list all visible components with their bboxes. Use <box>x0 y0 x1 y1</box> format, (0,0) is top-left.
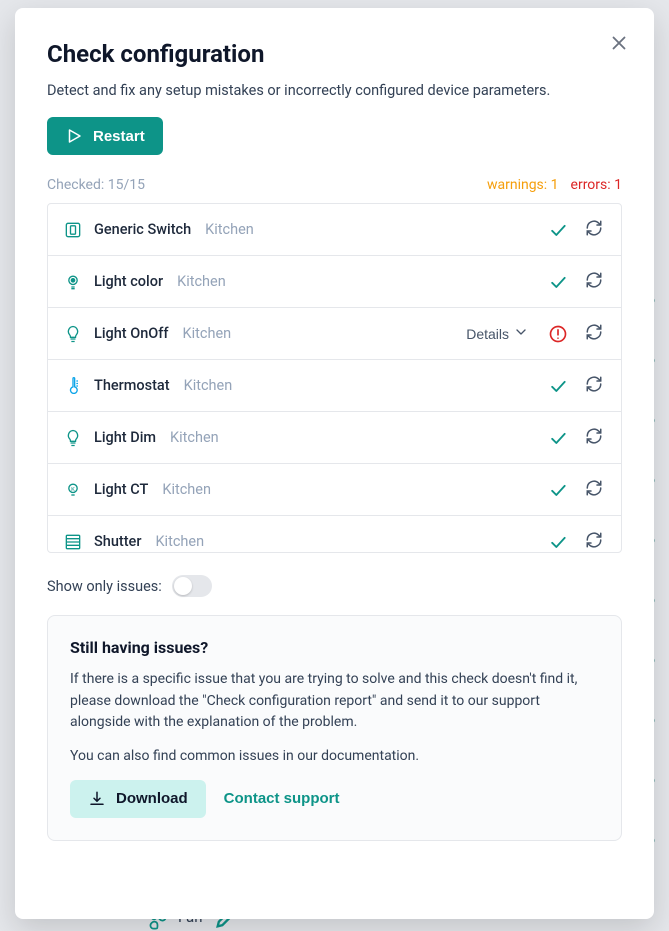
warn-err-group: warnings: 1 errors: 1 <box>487 177 622 193</box>
device-room: Kitchen <box>162 481 211 498</box>
device-row: Light color Kitchen <box>48 256 621 308</box>
device-name: Light color <box>94 273 163 290</box>
device-name: Light Dim <box>94 429 156 446</box>
refresh-icon <box>585 485 603 500</box>
details-label: Details <box>466 326 509 342</box>
device-row: Generic Switch Kitchen <box>48 204 621 256</box>
contact-support-link[interactable]: Contact support <box>224 790 340 807</box>
check-icon <box>545 217 571 243</box>
refresh-icon <box>585 277 603 292</box>
play-icon <box>65 127 83 145</box>
summary-row: Checked: 15/15 warnings: 1 errors: 1 <box>47 177 622 193</box>
check-icon <box>545 425 571 451</box>
download-icon <box>88 790 106 808</box>
help-title: Still having issues? <box>70 638 599 657</box>
device-name: Shutter <box>94 533 141 550</box>
help-p1: If there is a specific issue that you ar… <box>70 669 599 734</box>
refresh-button[interactable] <box>581 475 607 504</box>
svg-text:K: K <box>71 486 75 492</box>
help-card: Still having issues? If there is a speci… <box>47 615 622 841</box>
refresh-button[interactable] <box>581 215 607 244</box>
device-name: Thermostat <box>94 377 170 394</box>
help-p2: You can also find common issues in our d… <box>70 746 599 768</box>
download-label: Download <box>116 790 188 807</box>
device-room: Kitchen <box>183 325 232 342</box>
device-row: Thermostat Kitchen <box>48 360 621 412</box>
modal-subtitle: Detect and fix any setup mistakes or inc… <box>47 82 622 99</box>
device-row: Shutter Kitchen <box>48 516 621 553</box>
restart-label: Restart <box>93 128 145 145</box>
restart-button[interactable]: Restart <box>47 117 163 155</box>
device-name: Generic Switch <box>94 221 191 238</box>
device-room: Kitchen <box>177 273 226 290</box>
refresh-button[interactable] <box>581 319 607 348</box>
close-button[interactable] <box>602 26 636 63</box>
device-room: Kitchen <box>184 377 233 394</box>
refresh-button[interactable] <box>581 267 607 296</box>
device-list[interactable]: Generic SwitchKitchenLight colorKitchenL… <box>47 203 622 553</box>
device-name: Light CT <box>94 481 148 498</box>
switch-icon <box>62 219 84 241</box>
refresh-button[interactable] <box>581 371 607 400</box>
error-icon <box>545 321 571 347</box>
refresh-icon <box>585 225 603 240</box>
refresh-button[interactable] <box>581 423 607 452</box>
check-icon <box>545 269 571 295</box>
refresh-icon <box>585 381 603 396</box>
toggle-knob <box>174 577 192 595</box>
thermo-icon <box>62 375 84 397</box>
device-room: Kitchen <box>205 221 254 238</box>
warnings-count: warnings: 1 <box>487 177 559 193</box>
show-issues-row: Show only issues: <box>47 575 622 597</box>
show-issues-toggle[interactable] <box>172 575 212 597</box>
refresh-icon <box>585 329 603 344</box>
bulb-icon <box>62 323 84 345</box>
close-icon <box>608 32 630 54</box>
device-row: Light OnOff Kitchen Details <box>48 308 621 360</box>
device-name: Light OnOff <box>94 325 169 342</box>
device-room: Kitchen <box>155 533 204 550</box>
device-room: Kitchen <box>170 429 219 446</box>
errors-count: errors: 1 <box>571 177 622 193</box>
details-button[interactable]: Details <box>460 320 535 347</box>
chevron-down-icon <box>513 324 529 343</box>
modal-title: Check configuration <box>47 40 622 68</box>
bulb-color-icon <box>62 271 84 293</box>
help-actions: Download Contact support <box>70 780 599 818</box>
device-row: K Light CT Kitchen <box>48 464 621 516</box>
shutter-icon <box>62 531 84 553</box>
check-config-modal: Check configuration Detect and fix any s… <box>15 8 654 919</box>
refresh-icon <box>585 537 603 552</box>
checked-count: Checked: 15/15 <box>47 177 145 193</box>
device-row: Light Dim Kitchen <box>48 412 621 464</box>
bulb-icon <box>62 427 84 449</box>
check-icon <box>545 373 571 399</box>
bulb-ct-icon: K <box>62 479 84 501</box>
check-icon <box>545 477 571 503</box>
check-icon <box>545 529 571 554</box>
show-issues-label: Show only issues: <box>47 578 162 595</box>
refresh-button[interactable] <box>581 527 607 553</box>
refresh-icon <box>585 433 603 448</box>
download-button[interactable]: Download <box>70 780 206 818</box>
